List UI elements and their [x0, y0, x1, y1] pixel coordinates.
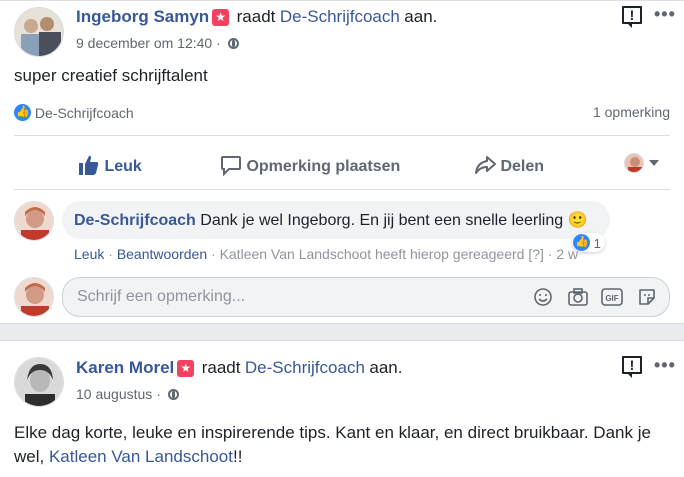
comment-bubble: De-Schrijfcoach Dank je wel Ingeborg. En… [62, 201, 610, 239]
share-button[interactable]: Delen [474, 154, 544, 176]
author-name[interactable]: Ingeborg Samyn [76, 7, 209, 26]
author-name[interactable]: Karen Morel [76, 358, 174, 377]
comment-input[interactable]: Schrijf een opmerking... GIF [62, 277, 670, 317]
post-card-1: Ingeborg Samyn ★ raadt De-Schrijfcoach aa… [0, 0, 684, 324]
gif-icon[interactable]: GIF [601, 287, 623, 307]
post-text: super creatief schrijftalent [14, 66, 208, 85]
post-text-end: !! [232, 447, 243, 466]
author-avatar[interactable] [14, 357, 64, 407]
comment-placeholder: Schrijf een opmerking... [77, 288, 246, 305]
recommend-suffix: aan. [404, 7, 438, 26]
user-avatar[interactable] [14, 277, 54, 317]
star-badge-icon: ★ [177, 360, 195, 377]
like-button[interactable]: Leuk [78, 154, 142, 176]
post-timestamp[interactable]: 10 augustus [76, 386, 152, 402]
post-header: Ingeborg Samyn ★ raadt De-Schrijfcoach aa… [76, 7, 437, 27]
post-timestamp[interactable]: 9 december om 12:40 [76, 35, 212, 51]
recommend-suffix: aan. [369, 358, 403, 377]
mention-link[interactable]: Katleen Van Landschoot [49, 447, 233, 466]
like-reaction-icon [14, 104, 31, 121]
meta-separator: · [216, 35, 221, 51]
audience-avatar[interactable] [624, 153, 644, 173]
chevron-down-icon[interactable] [649, 160, 659, 166]
comment-actions: Leuk · Beantwoorden · Katleen Van Landsc… [74, 246, 579, 262]
emoji-icon: 🙂 [567, 212, 588, 229]
report-icon[interactable]: ! [622, 356, 642, 378]
comment-label: Opmerking plaatsen [246, 158, 401, 175]
comment-button[interactable]: Opmerking plaatsen [220, 154, 401, 177]
divider [14, 135, 670, 136]
like-label: Leuk [104, 158, 142, 175]
post-card-2: Karen Morel ★ raadt De-Schrijfcoach aan. … [0, 340, 684, 477]
globe-icon [167, 389, 179, 400]
camera-icon[interactable] [567, 287, 589, 307]
globe-icon [227, 38, 239, 49]
star-badge-icon: ★ [212, 9, 230, 26]
page-link[interactable]: De-Schrijfcoach [245, 358, 365, 377]
recommend-verb: raadt [201, 358, 241, 377]
post-text: Elke dag korte, leuke en inspirerende ti… [14, 421, 674, 469]
svg-text:GIF: GIF [605, 294, 618, 303]
comments-count[interactable]: 1 opmerking [593, 104, 670, 120]
author-avatar[interactable] [14, 7, 64, 57]
reactions-label: De-Schrijfcoach [34, 105, 134, 121]
thumbs-up-icon [79, 155, 99, 175]
share-label: Delen [500, 158, 545, 175]
post-meta: 9 december om 12:40 · [76, 35, 239, 51]
comment-text: Dank je wel Ingeborg. En jij bent een sn… [200, 212, 564, 229]
commenter-avatar[interactable] [14, 201, 54, 241]
emoji-icon[interactable] [533, 287, 553, 307]
sticker-icon[interactable] [637, 287, 657, 307]
recommend-verb: raadt [236, 7, 276, 26]
post-header: Karen Morel ★ raadt De-Schrijfcoach aan. [76, 358, 402, 378]
comment-reply-link[interactable]: Beantwoorden [117, 246, 207, 262]
comment-author[interactable]: De-Schrijfcoach [74, 212, 196, 229]
comment-reaction-count: 1 [593, 236, 601, 251]
comment-like-link[interactable]: Leuk [74, 246, 104, 262]
comment-responded-mark: [?] [528, 246, 544, 262]
reactions-summary[interactable]: De-Schrijfcoach [14, 104, 134, 121]
meta-separator: · [156, 386, 161, 402]
comment-responded-note: Katleen Van Landschoot heeft hierop gere… [219, 246, 525, 262]
page-link[interactable]: De-Schrijfcoach [280, 7, 400, 26]
divider [14, 189, 670, 190]
more-options-icon[interactable]: ••• [654, 356, 676, 374]
report-icon[interactable]: ! [622, 6, 642, 28]
speech-bubble-icon [221, 156, 241, 177]
more-options-icon[interactable]: ••• [654, 5, 676, 23]
comment-timestamp[interactable]: 2 w [556, 246, 578, 262]
share-arrow-icon [475, 156, 496, 174]
post-meta: 10 augustus · [76, 386, 179, 402]
